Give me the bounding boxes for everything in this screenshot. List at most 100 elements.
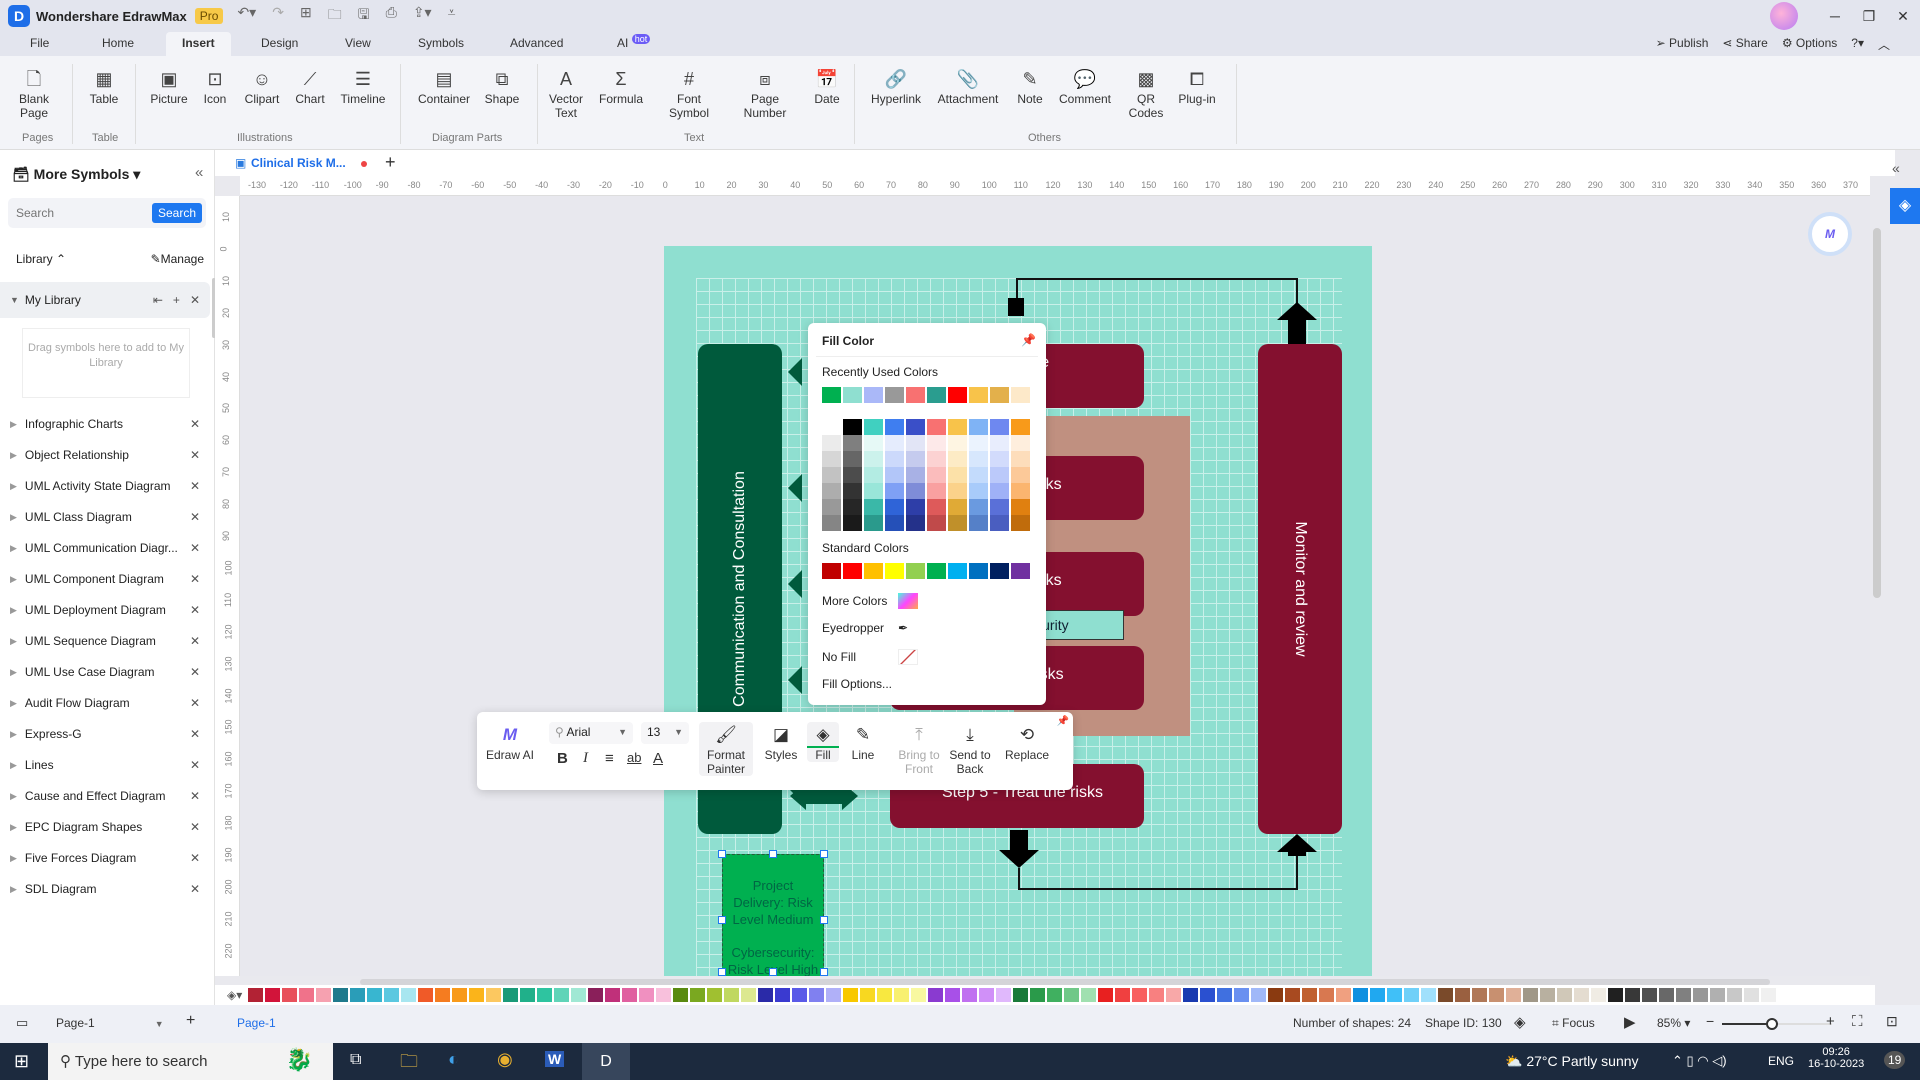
theme-shade-swatch[interactable] [948, 467, 967, 483]
theme-shade-swatch[interactable] [990, 451, 1009, 467]
theme-shade-swatch[interactable] [843, 451, 862, 467]
play-icon[interactable]: ▶ [1624, 1013, 1636, 1031]
palette-color-swatch[interactable] [928, 988, 944, 1002]
palette-color-swatch[interactable] [1200, 988, 1216, 1002]
my-library-dropzone[interactable]: Drag symbols here to add to My Library [22, 328, 190, 398]
remove-library-icon[interactable]: ✕ [190, 727, 200, 741]
italic-icon[interactable]: I [583, 750, 588, 767]
palette-color-swatch[interactable] [1744, 988, 1760, 1002]
resize-handle[interactable] [718, 916, 726, 924]
palette-color-swatch[interactable] [860, 988, 876, 1002]
redo-icon[interactable]: ↷ [272, 4, 284, 28]
remove-library-icon[interactable]: ✕ [190, 510, 200, 524]
theme-shade-swatch[interactable] [864, 435, 883, 451]
palette-color-swatch[interactable] [1506, 988, 1522, 1002]
zoom-select[interactable]: 85% ▾ [1657, 1016, 1690, 1030]
format-painter-button[interactable]: 🖌 Format Painter [699, 722, 753, 776]
remove-library-icon[interactable]: ✕ [190, 541, 200, 555]
theme-color-swatch[interactable] [864, 419, 883, 435]
theme-color-swatch[interactable] [927, 419, 946, 435]
comment-button[interactable]: 💬 Comment [1056, 66, 1114, 106]
palette-color-swatch[interactable] [1353, 988, 1369, 1002]
palette-color-swatch[interactable] [1608, 988, 1624, 1002]
theme-color-swatch[interactable] [822, 419, 841, 435]
note-button[interactable]: ✎ Note [1014, 66, 1046, 106]
palette-color-swatch[interactable] [486, 988, 502, 1002]
theme-shade-swatch[interactable] [990, 483, 1009, 499]
palette-color-swatch[interactable] [1642, 988, 1658, 1002]
add-icon[interactable]: + [173, 293, 180, 307]
palette-color-swatch[interactable] [1625, 988, 1641, 1002]
share-button[interactable]: ⋖ Share [1722, 36, 1767, 53]
remove-library-icon[interactable]: ✕ [190, 479, 200, 493]
library-item[interactable]: ▶ Express-G ✕ [0, 724, 210, 744]
palette-color-swatch[interactable] [962, 988, 978, 1002]
more-colors-option[interactable]: More Colors [822, 593, 918, 609]
theme-shade-swatch[interactable] [822, 499, 841, 515]
font-symbol-button[interactable]: # Font Symbol [664, 66, 714, 120]
new-tab-button[interactable]: + [385, 152, 396, 173]
date-button[interactable]: 📅 Date [812, 66, 842, 106]
palette-color-swatch[interactable] [1098, 988, 1114, 1002]
page-number-button[interactable]: ⧈ Page Number [740, 66, 790, 120]
resize-handle[interactable] [769, 850, 777, 858]
palette-color-swatch[interactable] [1234, 988, 1250, 1002]
fill-panel-toggle[interactable]: ◈ [1890, 188, 1920, 224]
line-button[interactable]: ✎ Line [847, 722, 879, 762]
standard-color-swatch[interactable] [864, 563, 883, 579]
remove-library-icon[interactable]: ✕ [190, 665, 200, 679]
customize-icon[interactable]: ⩡ [448, 4, 456, 28]
palette-color-swatch[interactable] [911, 988, 927, 1002]
palette-color-swatch[interactable] [282, 988, 298, 1002]
publish-button[interactable]: ➢ Publish [1656, 36, 1709, 53]
theme-shade-swatch[interactable] [948, 451, 967, 467]
theme-shade-swatch[interactable] [843, 435, 862, 451]
theme-shade-swatch[interactable] [822, 467, 841, 483]
resize-handle[interactable] [718, 968, 726, 976]
theme-shade-swatch[interactable] [864, 515, 883, 531]
zoom-slider-knob[interactable] [1765, 1018, 1778, 1030]
export-icon[interactable]: ⇪▾ [413, 4, 432, 28]
palette-color-swatch[interactable] [588, 988, 604, 1002]
library-toggle[interactable]: Library ⌃ [16, 252, 66, 266]
palette-color-swatch[interactable] [1387, 988, 1403, 1002]
more-symbols-menu[interactable]: 🗃 More Symbols ▾ [12, 166, 140, 183]
palette-color-swatch[interactable] [1081, 988, 1097, 1002]
theme-shade-swatch[interactable] [906, 467, 925, 483]
edge-icon[interactable]: ◐ [448, 1049, 459, 1070]
close-icon[interactable]: ✕ [190, 293, 200, 307]
theme-shade-swatch[interactable] [885, 483, 904, 499]
theme-color-swatch[interactable] [906, 419, 925, 435]
tab-home[interactable]: Home [102, 36, 134, 50]
standard-color-swatch[interactable] [969, 563, 988, 579]
clipart-button[interactable]: ☺ Clipart [242, 66, 282, 106]
palette-color-swatch[interactable] [1302, 988, 1318, 1002]
theme-shade-swatch[interactable] [948, 483, 967, 499]
page-tab[interactable]: Page-1 [237, 1016, 276, 1030]
hyperlink-button[interactable]: 🔗 Hyperlink [868, 66, 924, 106]
collapse-panel-icon[interactable]: « [195, 164, 203, 181]
theme-shade-swatch[interactable] [927, 515, 946, 531]
palette-color-swatch[interactable] [792, 988, 808, 1002]
styles-button[interactable]: ◪ Styles [763, 722, 799, 762]
theme-shade-swatch[interactable] [948, 515, 967, 531]
fill-bucket-icon[interactable]: ◈▾ [227, 988, 242, 1002]
theme-shade-swatch[interactable] [990, 499, 1009, 515]
recent-color-swatch[interactable] [906, 387, 925, 403]
palette-color-swatch[interactable] [1523, 988, 1539, 1002]
user-avatar[interactable] [1770, 2, 1798, 30]
library-item[interactable]: ▶ Five Forces Diagram ✕ [0, 848, 210, 868]
palette-color-swatch[interactable] [707, 988, 723, 1002]
theme-shade-swatch[interactable] [948, 499, 967, 515]
palette-color-swatch[interactable] [656, 988, 672, 1002]
resize-handle[interactable] [718, 850, 726, 858]
palette-color-swatch[interactable] [1659, 988, 1675, 1002]
theme-shade-swatch[interactable] [822, 435, 841, 451]
library-item[interactable]: ▶ EPC Diagram Shapes ✕ [0, 817, 210, 837]
send-to-back-button[interactable]: ⤓ Send to Back [947, 722, 993, 776]
palette-color-swatch[interactable] [452, 988, 468, 1002]
theme-shade-swatch[interactable] [864, 483, 883, 499]
clock[interactable]: 09:26 16-10-2023 [1808, 1046, 1864, 1070]
theme-shade-swatch[interactable] [906, 435, 925, 451]
remove-library-icon[interactable]: ✕ [190, 572, 200, 586]
